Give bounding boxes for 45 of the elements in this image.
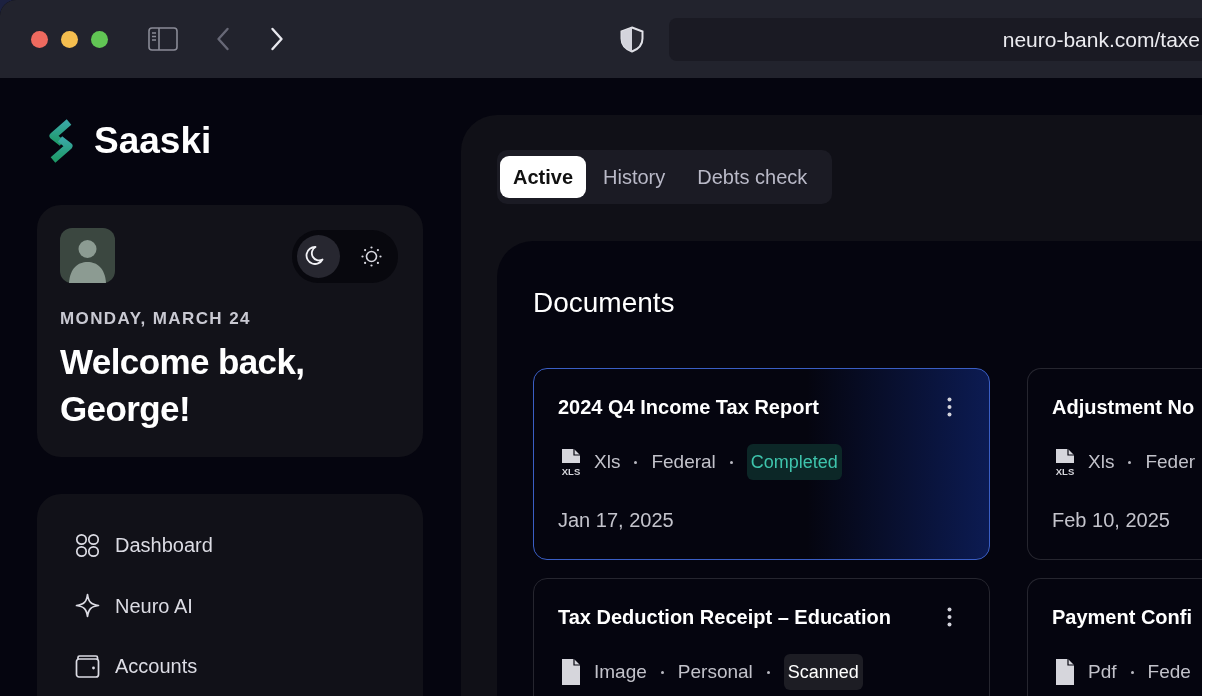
documents-heading: Documents [533, 286, 675, 320]
tab[interactable]: Active [500, 156, 587, 198]
grid-icon [75, 532, 100, 558]
theme-toggle[interactable] [292, 230, 398, 283]
tab[interactable]: History [588, 156, 681, 198]
sparkle-icon [75, 593, 100, 618]
document-card[interactable]: 2024 Q4 Income Tax Report XLS Xls Federal Completed Jan 17, 2025 [533, 368, 990, 560]
avatar-icon [60, 228, 115, 283]
file-type-label: Xls [594, 449, 621, 474]
file-type-label: Pdf [1088, 659, 1117, 684]
card-title: Adjustment No [1052, 395, 1195, 420]
moon-icon[interactable] [297, 235, 340, 278]
file-type-label: Image [594, 659, 647, 684]
file-type-label: Xls [1088, 449, 1115, 474]
sidebar-toggle-icon[interactable] [148, 27, 178, 51]
date-label: Jan 17, 2025 [558, 508, 674, 533]
close-button[interactable] [31, 30, 48, 48]
document-card[interactable]: Tax Deduction Receipt – Education Image Personal Scanned [533, 578, 990, 696]
forward-chevron-icon[interactable] [270, 27, 284, 51]
url-field[interactable]: neuro-bank.com/taxe [669, 17, 1202, 61]
greeting-heading: Welcome back, George! [60, 341, 306, 430]
nav-item[interactable]: Accounts [75, 646, 198, 686]
card-title: 2024 Q4 Income Tax Report [558, 395, 819, 420]
nav-item[interactable]: Dashboard [75, 525, 213, 565]
wallet-icon [75, 653, 100, 679]
date-label: MONDAY, MARCH 24 [60, 309, 251, 329]
shield-icon[interactable] [620, 25, 644, 53]
card-title: Tax Deduction Receipt – Education [558, 605, 892, 630]
card-title: Payment Confi [1052, 605, 1193, 630]
nav-item[interactable]: Neuro AI [75, 585, 193, 626]
brand-name: Saaski [94, 119, 212, 163]
category-label: Personal [677, 659, 753, 684]
more-icon[interactable] [947, 607, 952, 627]
status-badge: Scanned [783, 654, 863, 690]
zoom-button[interactable] [91, 30, 108, 48]
document-card[interactable]: Adjustment No XLS Xls Feder Feb 10, 2025 [1027, 368, 1202, 560]
minimize-button[interactable] [61, 30, 78, 48]
date-label: Feb 10, 2025 [1052, 508, 1170, 533]
more-icon[interactable] [947, 397, 952, 417]
category-label: Fede [1147, 659, 1191, 684]
document-card[interactable]: Payment Confi Pdf Fede [1027, 578, 1202, 696]
category-label: Federal [651, 449, 716, 474]
status-badge: Completed [746, 444, 842, 480]
tab[interactable]: Debts check [682, 156, 823, 198]
category-label: Feder [1145, 449, 1196, 474]
